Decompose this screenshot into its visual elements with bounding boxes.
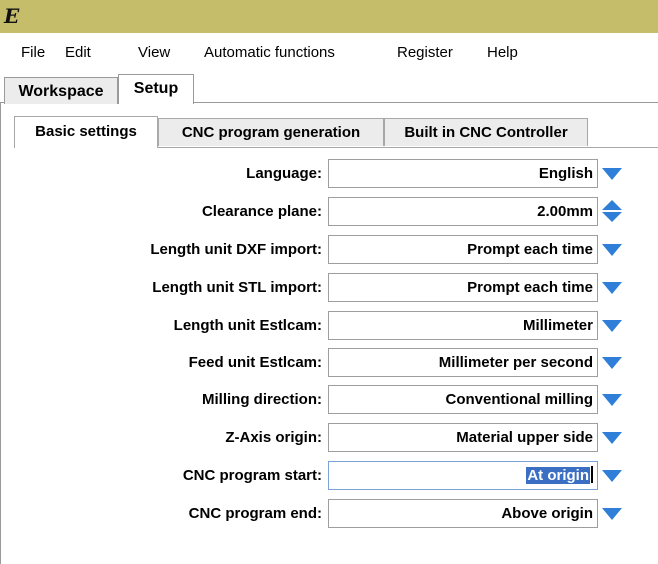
language-dropdown[interactable]: English [328,159,598,188]
cnc-program-start-value: At origin [526,467,590,484]
menu-register[interactable]: Register [397,43,453,63]
feed-unit-estlcam-dropdown[interactable]: Millimeter per second [328,348,598,377]
length-unit-stl-import-dropdown[interactable]: Prompt each time [328,273,598,302]
spinner-up-down-icon[interactable] [601,199,623,223]
dxf-dropdown-arrow-icon[interactable] [601,243,623,257]
feed-unit-estlcam-value: Millimeter per second [438,354,593,371]
cnc-program-start-label: CNC program start: [182,467,322,484]
feed-unit-dropdown-arrow-icon[interactable] [601,356,623,370]
menu-file[interactable]: File [21,43,45,63]
length-unit-dxf-import-dropdown[interactable]: Prompt each time [328,235,598,264]
clearance-plane-value: 2.00mm [537,203,593,220]
title-bar: E [0,0,658,33]
tab-workspace[interactable]: Workspace [4,77,118,104]
length-unit-stl-import-label: Length unit STL import: [152,279,322,296]
main-tab-strip: Workspace Setup [0,74,658,104]
length-unit-estlcam-dropdown[interactable]: Millimeter [328,311,598,340]
cnc-start-dropdown-arrow-icon[interactable] [601,469,623,483]
feed-unit-estlcam-label: Feed unit Estlcam: [188,354,322,371]
cnc-program-end-value: Above origin [501,505,593,522]
subtab-built-in-cnc-controller[interactable]: Built in CNC Controller [384,118,588,146]
milling-direction-label: Milling direction: [202,391,322,408]
subtab-basic-settings[interactable]: Basic settings [14,116,158,148]
z-axis-origin-label: Z-Axis origin: [225,429,322,446]
length-unit-stl-import-value: Prompt each time [467,279,593,296]
milling-direction-dropdown-arrow-icon[interactable] [601,393,623,407]
z-axis-origin-value: Material upper side [456,429,593,446]
clearance-plane-input[interactable]: 2.00mm [328,197,598,226]
menu-help[interactable]: Help [487,43,518,63]
length-unit-estlcam-value: Millimeter [522,317,593,334]
z-axis-origin-dropdown[interactable]: Material upper side [328,423,598,452]
language-label: Language: [246,165,322,182]
stl-dropdown-arrow-icon[interactable] [601,281,623,295]
cnc-program-end-dropdown[interactable]: Above origin [328,499,598,528]
text-caret [591,466,593,483]
length-unit-dxf-import-value: Prompt each time [467,241,593,258]
z-axis-dropdown-arrow-icon[interactable] [601,431,623,445]
length-unit-estlcam-label: Length unit Estlcam: [173,317,322,334]
tab-setup[interactable]: Setup [118,74,194,104]
estlcam-e-icon: E [4,4,20,28]
menu-view[interactable]: View [138,43,170,63]
menu-bar: File Edit View Automatic functions Regis… [0,33,658,73]
cnc-program-start-value-wrap: At origin [526,466,593,486]
milling-direction-value: Conventional milling [445,391,593,408]
subtab-cnc-program-generation[interactable]: CNC program generation [158,118,384,146]
panel-left-border [0,102,1,564]
cnc-program-end-label: CNC program end: [188,505,322,522]
length-unit-dxf-import-label: Length unit DXF import: [150,241,322,258]
length-unit-dropdown-arrow-icon[interactable] [601,319,623,333]
language-dropdown-arrow-icon[interactable] [601,167,623,181]
clearance-plane-label: Clearance plane: [201,203,322,220]
cnc-end-dropdown-arrow-icon[interactable] [601,507,623,521]
cnc-program-start-dropdown[interactable]: At origin [328,461,598,490]
menu-automatic-functions[interactable]: Automatic functions [204,43,335,63]
milling-direction-dropdown[interactable]: Conventional milling [328,385,598,414]
language-value: English [538,165,593,182]
menu-edit[interactable]: Edit [65,43,91,63]
